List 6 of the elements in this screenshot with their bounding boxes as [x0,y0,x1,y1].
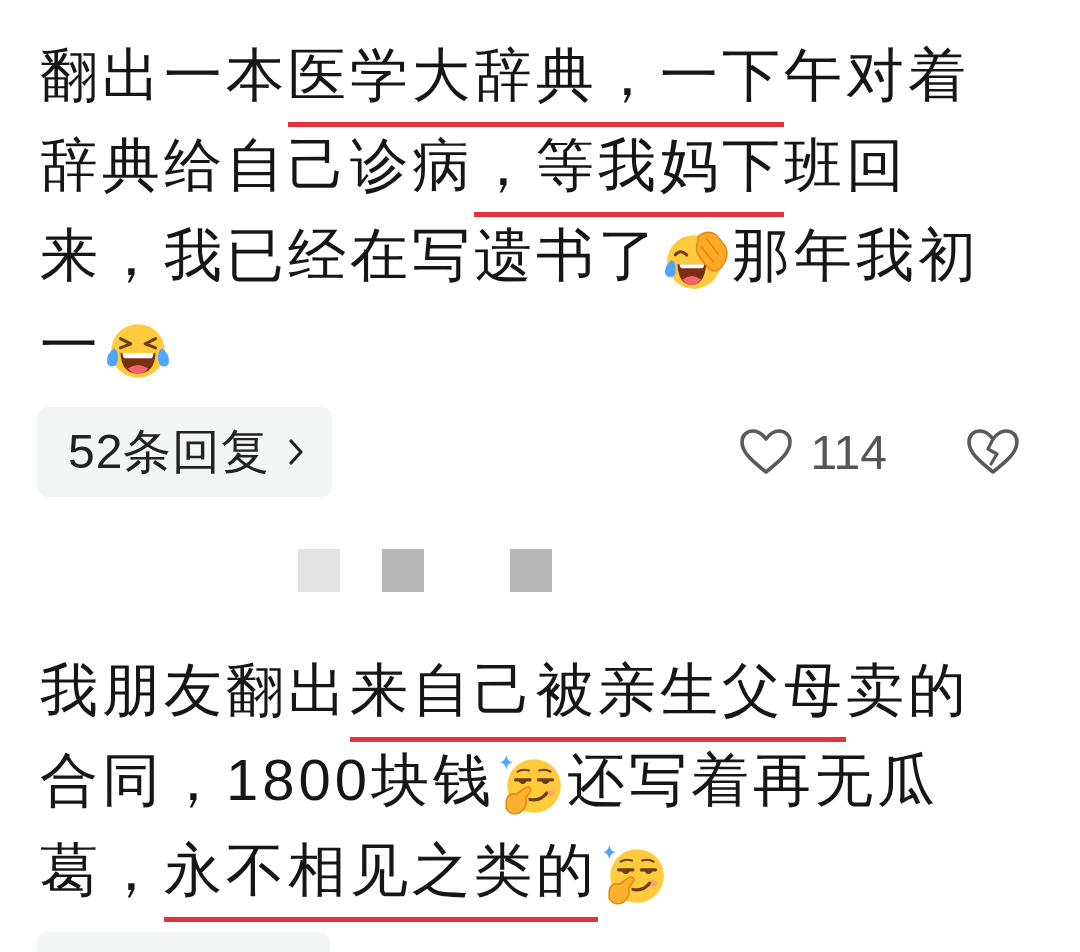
comment-text: 我朋友翻出 来自己被亲生父母卖的合同，1800块钱 还写着再无瓜葛，永不相见之类的 [40,645,990,924]
comment-text: 翻出一本医学大辞典，一下午对着辞典给自己诊病，等我妈下班回来，我已经在写遗书了 那年我初一 [40,30,990,399]
replies-button[interactable]: 52条回复 [37,407,333,497]
like-button[interactable]: 114 [739,424,887,480]
chevron-right-icon [288,438,305,466]
broken-heart-icon[interactable] [966,428,1020,476]
